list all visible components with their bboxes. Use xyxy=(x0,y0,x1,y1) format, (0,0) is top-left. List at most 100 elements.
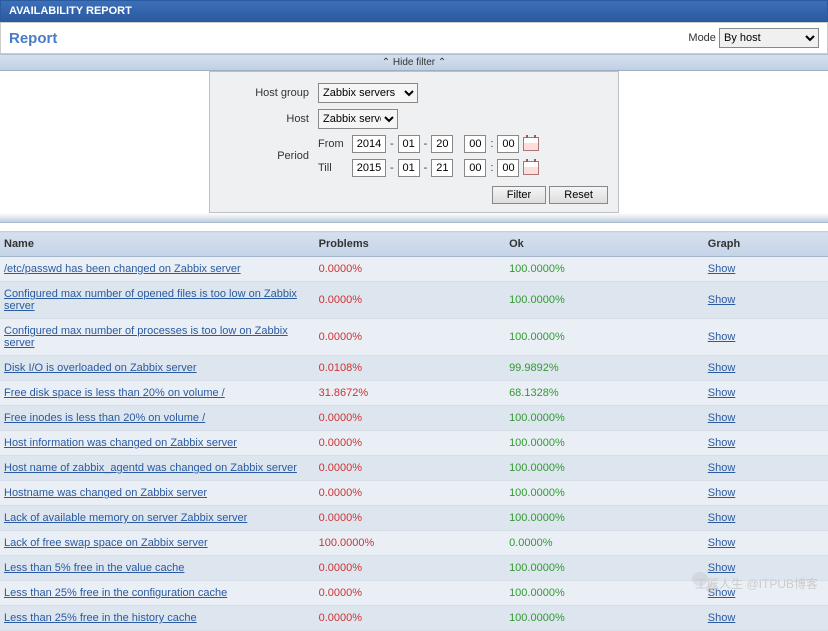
show-graph-link[interactable]: Show xyxy=(708,537,736,549)
ok-value: 68.1328% xyxy=(505,381,704,406)
table-row: Hostname was changed on Zabbix server 0.0… xyxy=(0,481,828,506)
sep xyxy=(457,138,460,150)
trigger-link[interactable]: Host information was changed on Zabbix s… xyxy=(4,437,237,449)
ok-value: 100.0000% xyxy=(505,257,704,282)
host-group-select[interactable]: Zabbix servers xyxy=(318,83,418,103)
trigger-link[interactable]: Configured max number of opened files is… xyxy=(4,288,297,312)
mode-control: Mode By host xyxy=(688,28,819,48)
show-graph-link[interactable]: Show xyxy=(708,612,736,624)
show-graph-link[interactable]: Show xyxy=(708,512,736,524)
trigger-link[interactable]: /etc/passwd has been changed on Zabbix s… xyxy=(4,263,241,275)
table-row: Less than 25% free in the history cache 0… xyxy=(0,606,828,631)
from-label: From xyxy=(318,138,348,150)
ok-value: 100.0000% xyxy=(505,506,704,531)
ok-value: 100.0000% xyxy=(505,456,704,481)
column-header-graph[interactable]: Graph xyxy=(704,232,828,257)
table-row: Host name of zabbix_agentd was changed o… xyxy=(0,456,828,481)
filter-button[interactable] xyxy=(492,186,546,204)
trigger-link[interactable]: Free disk space is less than 20% on volu… xyxy=(4,387,225,399)
problems-value: 0.0000% xyxy=(315,581,505,606)
problems-value: 100.0000% xyxy=(315,531,505,556)
mode-label: Mode xyxy=(688,32,716,44)
problems-value: 0.0108% xyxy=(315,356,505,381)
from-year-input[interactable] xyxy=(352,135,386,153)
show-graph-link[interactable]: Show xyxy=(708,487,736,499)
show-graph-link[interactable]: Show xyxy=(708,587,736,599)
table-row: Lack of free swap space on Zabbix server… xyxy=(0,531,828,556)
show-graph-link[interactable]: Show xyxy=(708,562,736,574)
host-select[interactable]: Zabbix server xyxy=(318,109,398,129)
page-title: Report xyxy=(9,30,57,47)
column-header-problems[interactable]: Problems xyxy=(315,232,505,257)
trigger-link[interactable]: Hostname was changed on Zabbix server xyxy=(4,487,207,499)
from-hour-input[interactable] xyxy=(464,135,486,153)
availability-table: Name Problems Ok Graph /etc/passwd has b… xyxy=(0,231,828,631)
table-row: Disk I/O is overloaded on Zabbix server 0… xyxy=(0,356,828,381)
till-hour-input[interactable] xyxy=(464,159,486,177)
period-till-row: Till - - : xyxy=(318,159,605,177)
mode-select[interactable]: By host xyxy=(719,28,819,48)
sep: - xyxy=(390,138,394,150)
sep xyxy=(457,162,460,174)
problems-value: 0.0000% xyxy=(315,431,505,456)
show-graph-link[interactable]: Show xyxy=(708,437,736,449)
ok-value: 100.0000% xyxy=(505,581,704,606)
chevron-up-icon: ⌃ xyxy=(438,57,446,68)
till-min-input[interactable] xyxy=(497,159,519,177)
ok-value: 100.0000% xyxy=(505,556,704,581)
till-year-input[interactable] xyxy=(352,159,386,177)
divider xyxy=(0,213,828,223)
table-row: Configured max number of processes is to… xyxy=(0,319,828,356)
ok-value: 100.0000% xyxy=(505,319,704,356)
trigger-link[interactable]: Less than 5% free in the value cache xyxy=(4,562,184,574)
show-graph-link[interactable]: Show xyxy=(708,462,736,474)
column-header-name[interactable]: Name xyxy=(0,232,315,257)
trigger-link[interactable]: Disk I/O is overloaded on Zabbix server xyxy=(4,362,197,374)
column-header-ok[interactable]: Ok xyxy=(505,232,704,257)
show-graph-link[interactable]: Show xyxy=(708,331,736,343)
trigger-link[interactable]: Lack of available memory on server Zabbi… xyxy=(4,512,247,524)
report-bar: Report Mode By host xyxy=(0,22,828,54)
ok-value: 0.0000% xyxy=(505,531,704,556)
from-min-input[interactable] xyxy=(497,135,519,153)
trigger-link[interactable]: Free inodes is less than 20% on volume / xyxy=(4,412,205,424)
problems-value: 0.0000% xyxy=(315,282,505,319)
problems-value: 0.0000% xyxy=(315,481,505,506)
table-row: Free inodes is less than 20% on volume /… xyxy=(0,406,828,431)
trigger-link[interactable]: Lack of free swap space on Zabbix server xyxy=(4,537,208,549)
host-label: Host xyxy=(220,106,315,132)
problems-value: 0.0000% xyxy=(315,319,505,356)
table-row: Less than 5% free in the value cache0.00… xyxy=(0,556,828,581)
trigger-link[interactable]: Host name of zabbix_agentd was changed o… xyxy=(4,462,297,474)
till-month-input[interactable] xyxy=(398,159,420,177)
from-day-input[interactable] xyxy=(431,135,453,153)
trigger-link[interactable]: Configured max number of processes is to… xyxy=(4,325,288,349)
till-day-input[interactable] xyxy=(431,159,453,177)
period-label: Period xyxy=(220,132,315,180)
show-graph-link[interactable]: Show xyxy=(708,412,736,424)
problems-value: 31.8672% xyxy=(315,381,505,406)
ok-value: 100.0000% xyxy=(505,606,704,631)
toggle-filter-button[interactable]: ⌃ Hide filter ⌃ xyxy=(0,54,828,71)
show-graph-link[interactable]: Show xyxy=(708,263,736,275)
breadcrumb: AVAILABILITY REPORT xyxy=(0,0,828,22)
table-row: /etc/passwd has been changed on Zabbix s… xyxy=(0,257,828,282)
problems-value: 0.0000% xyxy=(315,506,505,531)
trigger-link[interactable]: Less than 25% free in the history cache xyxy=(4,612,197,624)
sep: - xyxy=(390,162,394,174)
from-month-input[interactable] xyxy=(398,135,420,153)
host-group-label: Host group xyxy=(220,80,315,106)
ok-value: 100.0000% xyxy=(505,431,704,456)
calendar-icon[interactable] xyxy=(523,137,539,151)
problems-value: 0.0000% xyxy=(315,456,505,481)
problems-value: 0.0000% xyxy=(315,606,505,631)
trigger-link[interactable]: Less than 25% free in the configuration … xyxy=(4,587,227,599)
calendar-icon[interactable] xyxy=(523,161,539,175)
reset-button[interactable] xyxy=(549,186,608,204)
show-graph-link[interactable]: Show xyxy=(708,294,736,306)
show-graph-link[interactable]: Show xyxy=(708,387,736,399)
sep: : xyxy=(490,162,493,174)
table-row: Host information was changed on Zabbix s… xyxy=(0,431,828,456)
ok-value: 100.0000% xyxy=(505,282,704,319)
show-graph-link[interactable]: Show xyxy=(708,362,736,374)
